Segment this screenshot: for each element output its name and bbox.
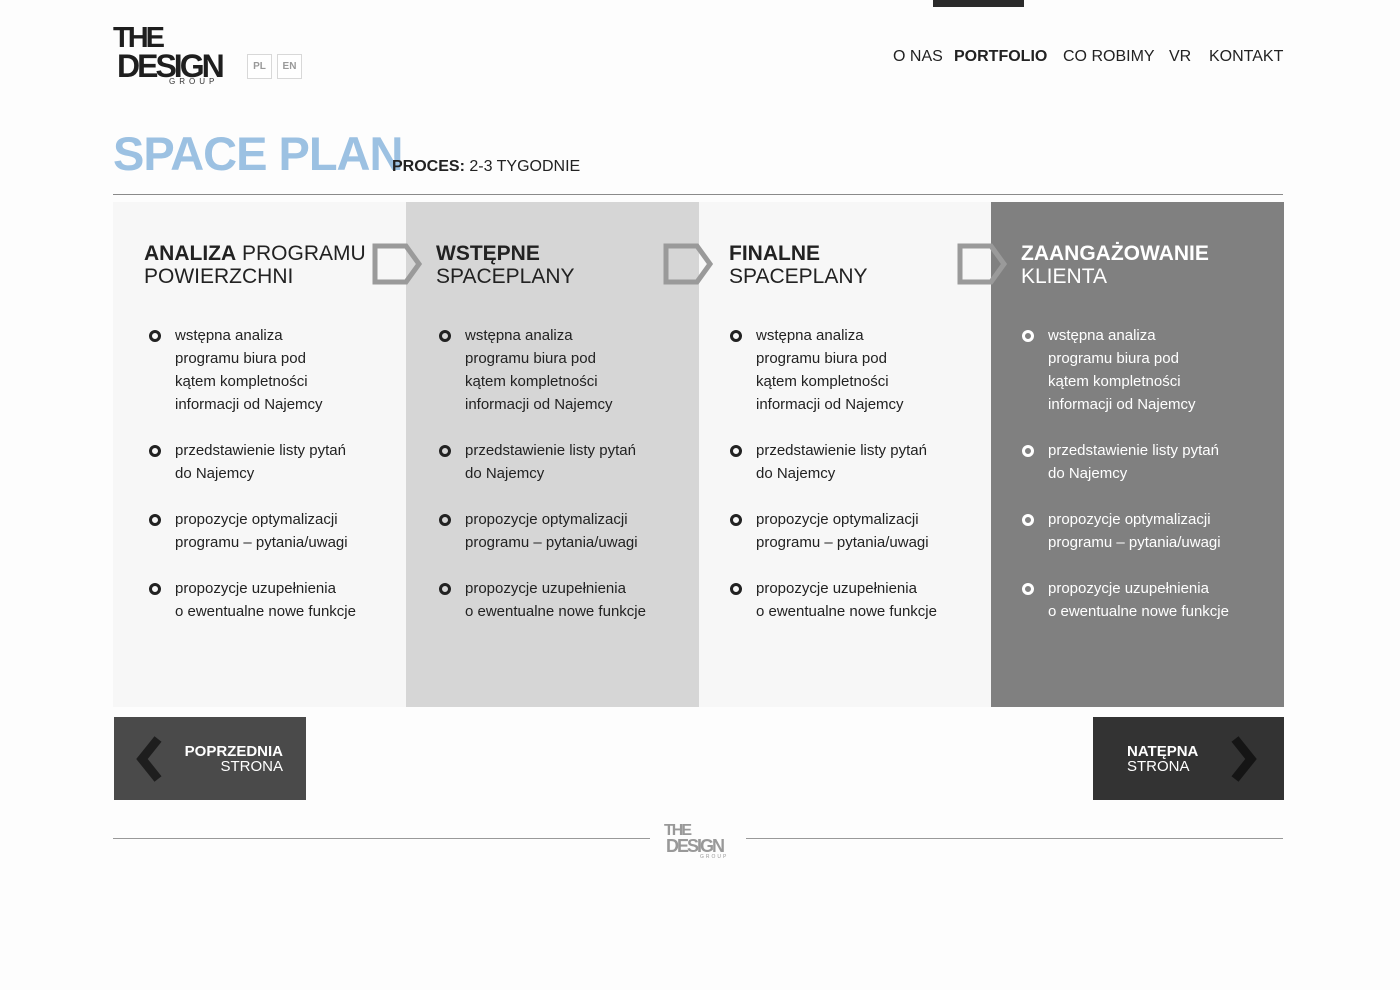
list-item: propozycje uzupełnienia o ewentualne nowe… <box>439 577 646 623</box>
process-value: 2-3 TYGODNIE <box>464 158 581 175</box>
list-item: propozycje uzupełnienia o ewentualne nowe… <box>149 577 356 623</box>
previous-label-line-1: POPRZEDNIA <box>184 743 283 760</box>
step-panel-analiza: ANALIZA PROGRAMU POWIERZCHNI wstępna anal… <box>113 202 406 707</box>
nav-co-robimy[interactable]: CO ROBIMY <box>1063 48 1155 70</box>
bullet-circle-icon <box>730 445 742 457</box>
previous-page-button[interactable]: POPRZEDNIA STRONA <box>114 717 306 800</box>
footer-logo: THE DESIGN GROUP <box>663 823 735 863</box>
step-title: FINALNE SPACEPLANY <box>729 242 868 288</box>
bullet-circle-icon <box>1022 514 1034 526</box>
chevron-left-icon <box>136 736 162 782</box>
bullet-circle-icon <box>439 583 451 595</box>
step-arrow-icon <box>372 243 422 285</box>
list-item: przedstawienie listy pytań do Najemcy <box>730 439 937 485</box>
nav-o-nas[interactable]: O NAS <box>893 48 943 70</box>
step-title: ZAANGAŻOWANIE KLIENTA <box>1021 242 1209 288</box>
bullet-circle-icon <box>1022 583 1034 595</box>
step-panel-finalne: FINALNE SPACEPLANY wstępna analiza program… <box>699 202 991 707</box>
list-item: przedstawienie listy pytań do Najemcy <box>1022 439 1229 485</box>
step-panel-zaangazowanie: ZAANGAŻOWANIE KLIENTA wstępna analiza prog… <box>991 202 1284 707</box>
footer-logo-line-3: GROUP <box>700 854 729 860</box>
nav-portfolio[interactable]: PORTFOLIO <box>954 48 1047 70</box>
previous-label-line-2: STRONA <box>220 758 283 775</box>
next-label-line-2: STRONA <box>1127 758 1190 775</box>
title-divider <box>113 194 1283 195</box>
next-page-button[interactable]: NATĘPNA STRONA <box>1093 717 1284 800</box>
list-item: propozycje optymalizacji programu – pytan… <box>439 508 646 554</box>
nav-vr[interactable]: VR <box>1169 48 1191 70</box>
step-items: wstępna analiza programu biura pod kątem k… <box>1022 324 1229 646</box>
bullet-circle-icon <box>1022 330 1034 342</box>
bullet-circle-icon <box>730 514 742 526</box>
step-title: ANALIZA PROGRAMU POWIERZCHNI <box>144 242 366 288</box>
language-en-button[interactable]: EN <box>277 54 302 79</box>
page-title: SPACE PLAN <box>113 127 403 180</box>
step-items: wstępna analiza programu biura pod kątem k… <box>730 324 937 646</box>
list-item: przedstawienie listy pytań do Najemcy <box>149 439 356 485</box>
language-pl-button[interactable]: PL <box>247 54 272 79</box>
list-item: propozycje optymalizacji programu – pytan… <box>1022 508 1229 554</box>
logo-line-3: GROUP <box>169 77 219 86</box>
bullet-circle-icon <box>439 330 451 342</box>
process-label: PROCES: <box>392 158 465 175</box>
step-items: wstępna analiza programu biura pod kątem k… <box>439 324 646 646</box>
bullet-circle-icon <box>149 330 161 342</box>
step-arrow-icon <box>663 243 713 285</box>
step-title: WSTĘPNE SPACEPLANY <box>436 242 575 288</box>
chevron-right-icon <box>1231 736 1257 782</box>
bullet-circle-icon <box>149 514 161 526</box>
list-item: propozycje optymalizacji programu – pytan… <box>149 508 356 554</box>
step-arrow-icon <box>957 243 1007 285</box>
nav-kontakt[interactable]: KONTAKT <box>1209 48 1283 70</box>
list-item: wstępna analiza programu biura pod kątem k… <box>1022 324 1229 416</box>
step-panel-wstepne: WSTĘPNE SPACEPLANY wstępna analiza program… <box>406 202 699 707</box>
bullet-circle-icon <box>439 445 451 457</box>
process-duration: PROCES: 2-3 TYGODNIE <box>392 158 580 176</box>
list-item: propozycje uzupełnienia o ewentualne nowe… <box>1022 577 1229 623</box>
bullet-circle-icon <box>149 445 161 457</box>
list-item: propozycje uzupełnienia o ewentualne nowe… <box>730 577 937 623</box>
list-item: przedstawienie listy pytań do Najemcy <box>439 439 646 485</box>
list-item: wstępna analiza programu biura pod kątem k… <box>149 324 356 416</box>
footer-logo-line-2: DESIGN <box>666 836 725 856</box>
logo[interactable]: THE DESIGN GROUP <box>113 24 228 88</box>
list-item: propozycje optymalizacji programu – pytan… <box>730 508 937 554</box>
footer-divider-left <box>113 838 650 839</box>
bullet-circle-icon <box>1022 445 1034 457</box>
list-item: wstępna analiza programu biura pod kątem k… <box>439 324 646 416</box>
bullet-circle-icon <box>439 514 451 526</box>
list-item: wstępna analiza programu biura pod kątem k… <box>730 324 937 416</box>
nav-active-indicator <box>933 0 1024 7</box>
bullet-circle-icon <box>149 583 161 595</box>
step-items: wstępna analiza programu biura pod kątem k… <box>149 324 356 646</box>
bullet-circle-icon <box>730 330 742 342</box>
bullet-circle-icon <box>730 583 742 595</box>
footer-divider-right <box>746 838 1283 839</box>
next-label-line-1: NATĘPNA <box>1127 743 1199 760</box>
